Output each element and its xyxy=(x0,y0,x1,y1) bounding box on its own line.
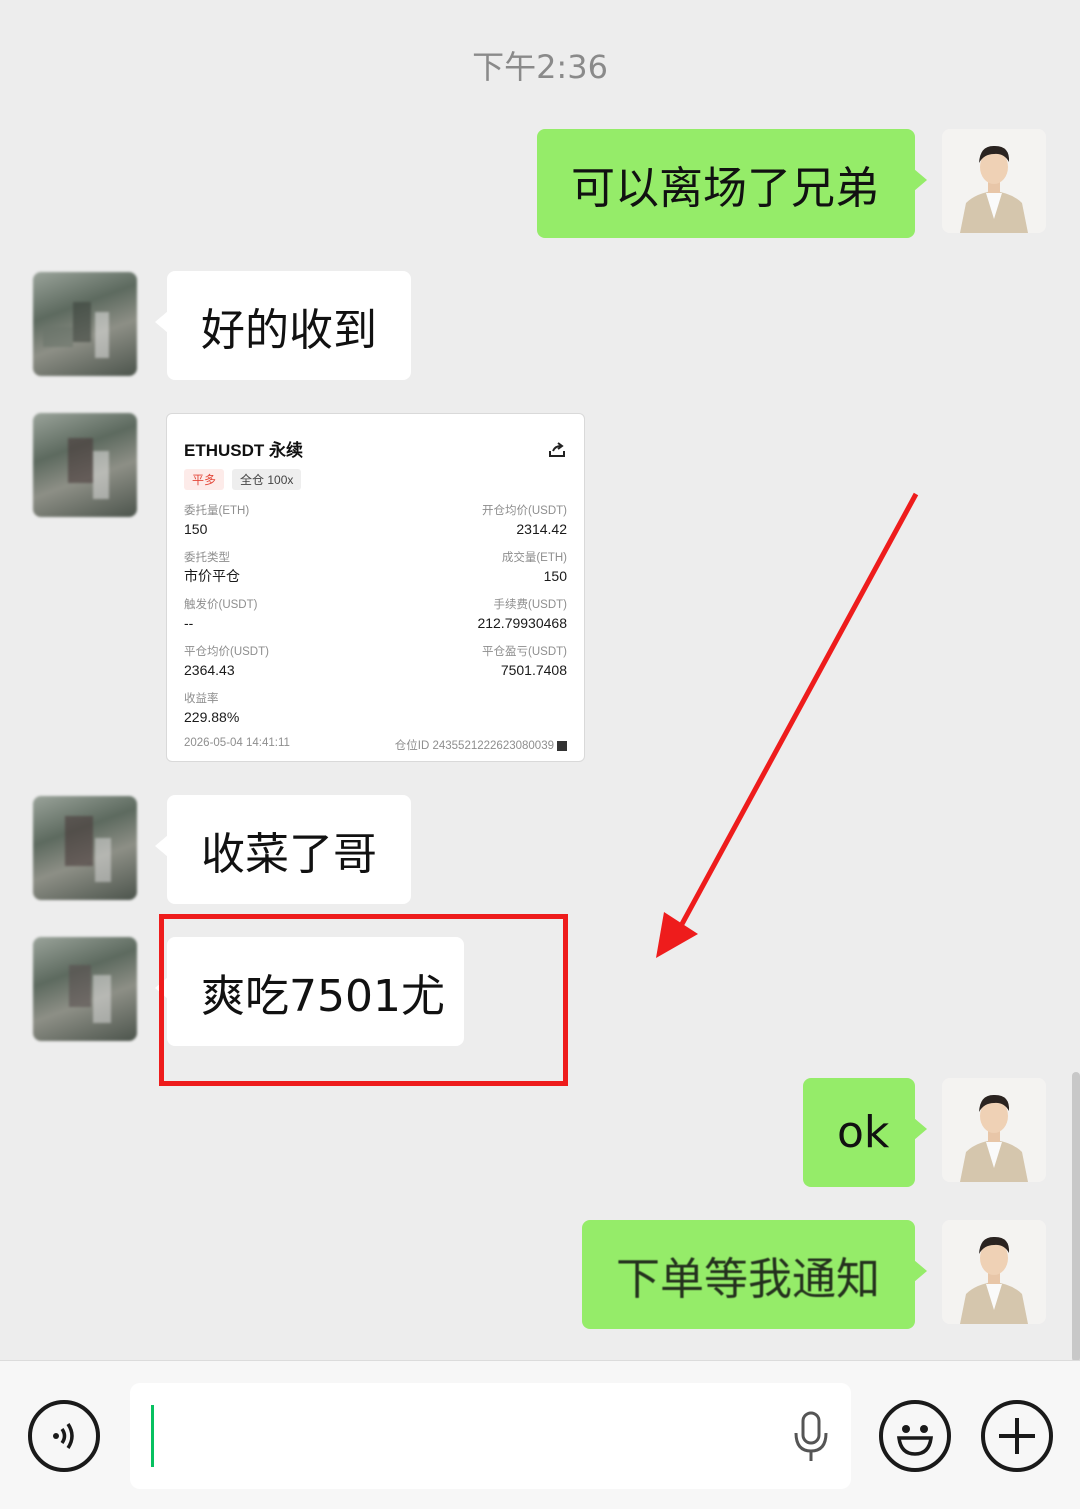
chat-scrollbar[interactable] xyxy=(1072,1072,1080,1362)
plus-button[interactable] xyxy=(981,1400,1053,1472)
voice-toggle-button[interactable] xyxy=(28,1400,100,1472)
voice-toggle-icon xyxy=(53,1423,74,1449)
message-input[interactable] xyxy=(130,1383,851,1489)
chat-input-bar xyxy=(0,1360,1080,1509)
annotation-arrow-icon xyxy=(656,492,919,958)
emoji-icon xyxy=(897,1425,933,1456)
text-caret xyxy=(151,1405,154,1467)
plus-icon xyxy=(999,1418,1035,1454)
microphone-icon[interactable] xyxy=(791,1411,831,1463)
emoji-button[interactable] xyxy=(879,1400,951,1472)
